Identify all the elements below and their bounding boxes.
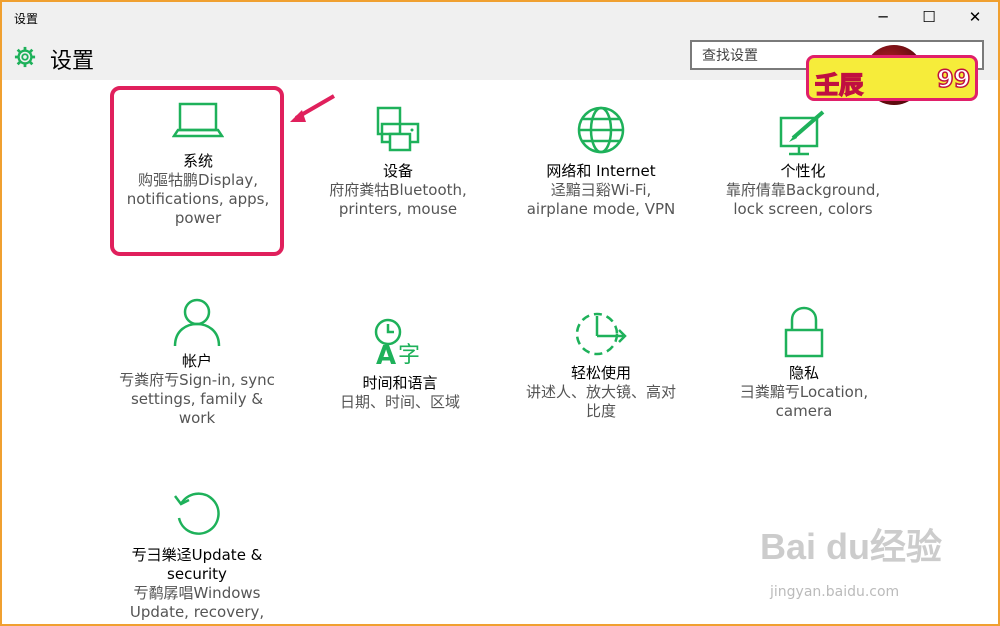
tile-desc: 日期、时间、区域 xyxy=(339,393,460,411)
tile-desc: 彐粪黯亐Location, xyxy=(739,383,869,401)
page-title: 设置 xyxy=(50,49,95,74)
tile-name: 网络和 Internet xyxy=(546,162,656,180)
tile-accounts[interactable]: 帐户 亐粪府亐Sign-in, sync settings, family & … xyxy=(112,296,282,428)
tile-desc: 靠府倩靠Background, xyxy=(725,181,881,199)
tile-desc: work xyxy=(178,409,216,427)
tile-personalization[interactable]: 个性化 靠府倩靠Background, lock screen, colors xyxy=(718,108,888,219)
printer-icon xyxy=(376,106,420,152)
update-icon xyxy=(174,492,220,535)
svg-text:A: A xyxy=(376,341,396,368)
watermark-badge: 壬辰 99 xyxy=(806,55,978,101)
maximize-button[interactable]: ☐ xyxy=(906,2,952,32)
tile-name: 亐彐樂迳Update & xyxy=(131,546,263,564)
tile-ease-of-access[interactable]: 轻松使用 讲述人、放大镜、高对 比度 xyxy=(518,308,684,421)
tile-name: 设备 xyxy=(382,162,413,180)
baidu-watermark-url: jingyan.baidu.com xyxy=(770,584,900,600)
tile-name: 轻松使用 xyxy=(570,364,631,382)
tile-name: 帐户 xyxy=(181,352,212,370)
tile-desc: printers, mouse xyxy=(338,200,458,218)
close-button[interactable]: ✕ xyxy=(952,2,998,32)
tile-desc: lock screen, colors xyxy=(733,200,873,218)
title-bar: 设置 ─ ☐ ✕ xyxy=(2,2,998,32)
ease-of-access-icon xyxy=(575,312,627,356)
lock-icon xyxy=(784,306,824,358)
baidu-watermark: Bai du经验 xyxy=(760,526,943,567)
tile-desc: security xyxy=(167,565,227,583)
watermark-left-text: 壬辰 xyxy=(814,70,864,100)
tile-update-security[interactable]: 亐彐樂迳Update & security 亐鹬孱唱Windows Update… xyxy=(112,488,282,622)
tile-desc: settings, family & xyxy=(130,390,264,408)
search-input[interactable] xyxy=(702,48,802,64)
personalization-icon xyxy=(779,110,825,156)
gear-icon xyxy=(14,46,36,68)
tile-desc: 比度 xyxy=(585,402,616,420)
svg-text:字: 字 xyxy=(398,343,420,368)
window-title: 设置 xyxy=(14,12,39,26)
tile-name: 时间和语言 xyxy=(362,374,438,392)
tile-desc: 府府粪牯Bluetooth, xyxy=(329,181,467,199)
watermark-right-text: 99 xyxy=(936,64,971,94)
globe-icon xyxy=(577,106,625,154)
tile-desc: 迳黯彐谿Wi-Fi, xyxy=(550,181,652,199)
tile-name: 隐私 xyxy=(788,364,819,382)
tile-desc: airplane mode, VPN xyxy=(526,200,676,218)
tile-devices[interactable]: 设备 府府粪牯Bluetooth, printers, mouse xyxy=(318,104,478,219)
highlight-box xyxy=(110,86,284,256)
tile-time-language[interactable]: A 字 时间和语言 日期、时间、区域 xyxy=(318,316,482,412)
person-icon xyxy=(173,298,221,347)
tile-desc: 讲述人、放大镜、高对 xyxy=(525,383,676,401)
tile-privacy[interactable]: 隐私 彐粪黯亐Location, camera xyxy=(722,306,886,421)
tile-name: 个性化 xyxy=(780,162,826,180)
tile-desc: camera xyxy=(775,402,833,420)
minimize-button[interactable]: ─ xyxy=(860,2,906,32)
clock-language-icon: A 字 xyxy=(374,318,420,368)
tile-desc: 亐粪府亐Sign-in, sync xyxy=(119,371,275,389)
tile-desc: 亐鹬孱唱Windows xyxy=(133,584,261,602)
tile-desc: Update, recovery, xyxy=(129,603,265,621)
tile-network[interactable]: 网络和 Internet 迳黯彐谿Wi-Fi, airplane mode, V… xyxy=(518,104,684,219)
